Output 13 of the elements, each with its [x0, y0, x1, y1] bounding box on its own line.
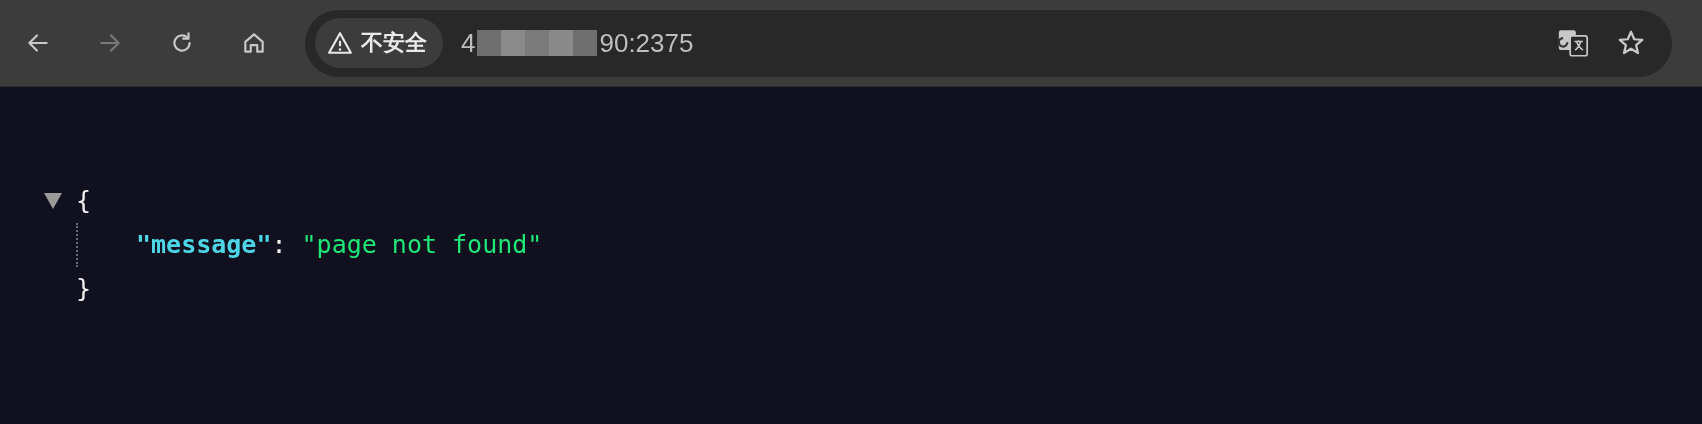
json-key: "message" — [136, 230, 272, 259]
url-text: 4 — [461, 27, 476, 59]
url-text: 90:2375 — [599, 27, 694, 59]
json-value: "page not found" — [301, 230, 543, 259]
security-chip[interactable]: 不安全 — [315, 18, 443, 68]
address-bar[interactable]: 不安全 4 90:2375 — [305, 9, 1672, 77]
warning-icon — [327, 30, 353, 56]
security-label: 不安全 — [361, 29, 427, 57]
home-icon[interactable] — [241, 30, 267, 56]
collapse-toggle[interactable] — [44, 193, 62, 209]
colon: : — [271, 230, 287, 259]
close-brace: } — [76, 273, 92, 305]
open-brace: { — [76, 185, 92, 217]
